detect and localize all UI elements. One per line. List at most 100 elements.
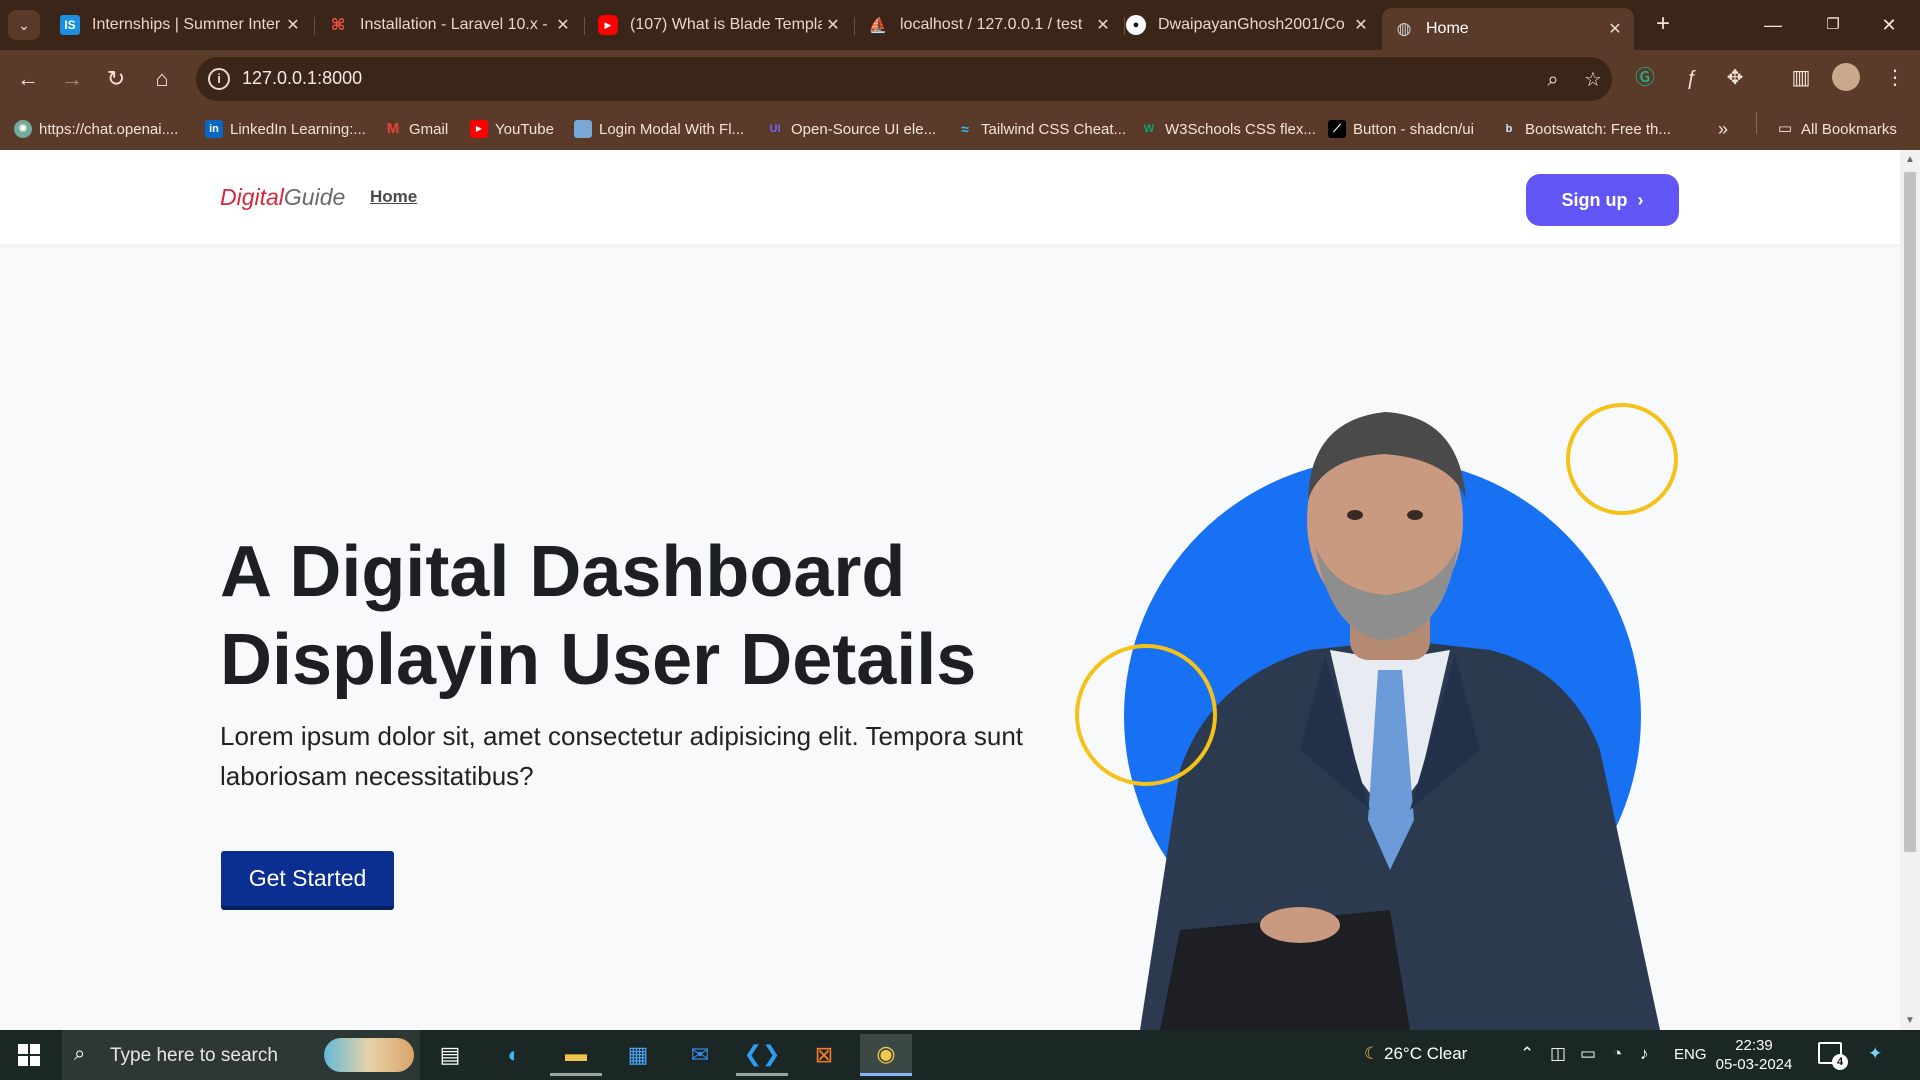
close-icon[interactable]: ✕ [282, 15, 304, 35]
show-hidden-icons[interactable]: ⌃ [1520, 1044, 1534, 1064]
bookmark-item[interactable]: Login Modal With Fl... [574, 118, 744, 140]
chrome-icon[interactable]: ◉ [860, 1034, 912, 1076]
browser-toolbar: ← → ↻ ⌂ i 127.0.0.1:8000 ⌕ ☆ Ⓖ ƒ ✥ ▥ ⋮ [0, 50, 1920, 108]
bookmark-item[interactable]: M Gmail [384, 118, 448, 140]
bookmark-item[interactable]: W W3Schools CSS flex... [1140, 118, 1316, 140]
bookmark-label: Open-Source UI ele... [791, 120, 937, 138]
scroll-up-icon[interactable]: ▲ [1905, 154, 1915, 165]
menu-icon[interactable]: ⋮ [1880, 63, 1910, 93]
close-icon[interactable]: ✕ [1604, 19, 1626, 39]
close-icon[interactable]: ✕ [822, 15, 844, 35]
tab-title: (107) What is Blade Templa [630, 16, 822, 33]
signup-button[interactable]: Sign up › [1526, 174, 1679, 226]
search-placeholder: Type here to search [110, 1045, 278, 1066]
site-info-icon[interactable]: i [208, 68, 230, 90]
language-indicator[interactable]: ENG [1674, 1046, 1707, 1063]
bookmark-item[interactable]: ✺ https://chat.openai.... [14, 118, 178, 140]
bookmark-item[interactable]: b Bootswatch: Free th... [1500, 118, 1671, 140]
page-scrollbar[interactable]: ▲ ▼ [1900, 150, 1920, 1030]
tab-search-button[interactable]: ⌄ [8, 10, 40, 40]
bookmark-item[interactable]: ⟋ Button - shadcn/ui [1328, 118, 1474, 140]
youtube-icon: ▶ [598, 15, 618, 35]
side-panel-icon[interactable]: ▥ [1786, 63, 1816, 93]
file-explorer-icon[interactable]: ▬ [550, 1034, 602, 1076]
forward-button[interactable]: → [56, 63, 88, 95]
formula-extension-icon[interactable]: ƒ [1676, 63, 1706, 93]
tab-separator [584, 17, 585, 35]
scroll-down-icon[interactable]: ▼ [1905, 1015, 1915, 1026]
system-clock[interactable]: 22:39 05-03-2024 [1712, 1036, 1796, 1074]
taskbar-search-box[interactable]: ⌕ Type here to search [62, 1030, 420, 1080]
gmail-icon: M [386, 120, 400, 137]
bookmark-label: Login Modal With Fl... [599, 120, 745, 138]
clock-time: 22:39 [1735, 1037, 1773, 1054]
all-bookmarks-button[interactable]: ▭ All Bookmarks [1776, 118, 1897, 140]
battery-icon[interactable]: ▭ [1580, 1044, 1596, 1064]
weather-text: 26°C Clear [1383, 1044, 1468, 1063]
volume-icon[interactable]: ♪ [1640, 1044, 1649, 1064]
reload-button[interactable]: ↻ [100, 63, 132, 95]
tab-home[interactable]: ◍ Home ✕ [1382, 8, 1634, 50]
weather-widget[interactable]: ☾ 26°C Clear [1364, 1044, 1467, 1064]
mail-icon[interactable]: ✉ [674, 1034, 726, 1076]
moon-icon: ☾ [1364, 1044, 1380, 1063]
search-highlight-image [324, 1038, 414, 1072]
tab-laravel[interactable]: ⌘ Installation - Laravel 10.x - ✕ [316, 8, 582, 42]
bookmark-item[interactable]: ≈ Tailwind CSS Cheat... [956, 118, 1126, 140]
tab-internships[interactable]: IS Internships | Summer Inter ✕ [48, 8, 312, 42]
close-icon[interactable]: ✕ [1350, 15, 1372, 35]
bookmark-item[interactable]: ▶ YouTube [470, 118, 554, 140]
tab-github[interactable]: ● DwaipayanGhosh2001/Co ✕ [1114, 8, 1380, 42]
tab-youtube[interactable]: ▶ (107) What is Blade Templa ✕ [586, 8, 852, 42]
windows-start-icon[interactable] [18, 1044, 40, 1066]
profile-avatar[interactable] [1832, 63, 1860, 91]
close-window-button[interactable]: ✕ [1866, 8, 1912, 42]
zoom-icon[interactable]: ⌕ [1540, 67, 1566, 93]
xampp-icon[interactable]: ⊠ [798, 1034, 850, 1076]
wifi-icon[interactable]: ◔ [1612, 1044, 1622, 1064]
address-bar[interactable]: i 127.0.0.1:8000 ⌕ ☆ [196, 57, 1612, 101]
clock-date: 05-03-2024 [1715, 1056, 1793, 1073]
home-button[interactable]: ⌂ [146, 63, 178, 95]
bootswatch-icon: b [1505, 123, 1513, 135]
extensions-icon[interactable]: ✥ [1720, 63, 1750, 93]
shadcn-icon: ⟋ [1328, 120, 1346, 138]
site-logo[interactable]: DigitalGuide [220, 184, 345, 211]
nav-home-link[interactable]: Home [370, 187, 417, 207]
microsoft-store-icon[interactable]: ▦ [612, 1034, 664, 1076]
tailwind-icon: ≈ [961, 121, 969, 137]
bookmark-item[interactable]: UI Open-Source UI ele... [766, 118, 937, 140]
laravel-icon: ⌘ [330, 17, 346, 34]
bookmark-star-icon[interactable]: ☆ [1580, 67, 1606, 93]
more-bookmarks-icon[interactable]: » [1718, 118, 1728, 140]
edge-icon[interactable]: ◐ [488, 1034, 540, 1076]
web-page: DigitalGuide Home Sign up › A Digital Da… [0, 150, 1900, 1030]
decorative-ring-left [1075, 644, 1217, 786]
minimize-button[interactable]: — [1750, 8, 1796, 42]
bookmark-label: https://chat.openai.... [39, 120, 179, 138]
github-icon: ● [1126, 15, 1146, 35]
copilot-icon[interactable]: ✦ [1868, 1044, 1882, 1064]
new-tab-button[interactable]: + [1648, 10, 1678, 40]
tab-title: Home [1426, 20, 1469, 37]
bookmark-separator [1756, 112, 1757, 134]
bookmark-item[interactable]: in LinkedIn Learning:... [205, 118, 366, 140]
restore-button[interactable]: ❐ [1810, 8, 1856, 42]
get-started-button[interactable]: Get Started [221, 851, 394, 910]
meet-now-icon[interactable]: ◫ [1550, 1044, 1566, 1064]
vscode-icon[interactable]: ❮❯ [736, 1034, 788, 1076]
url-text[interactable]: 127.0.0.1:8000 [242, 68, 362, 89]
phpmyadmin-icon: ⛵ [868, 17, 888, 34]
search-icon: ⌕ [74, 1043, 86, 1065]
back-button[interactable]: ← [12, 63, 44, 95]
close-icon[interactable]: ✕ [1092, 15, 1114, 35]
bookmark-label: W3Schools CSS flex... [1165, 120, 1316, 138]
tab-phpmyadmin[interactable]: ⛵ localhost / 127.0.0.1 / test ✕ [856, 8, 1122, 42]
bookmark-label: Tailwind CSS Cheat... [981, 120, 1127, 138]
scrollbar-thumb[interactable] [1904, 172, 1916, 852]
close-icon[interactable]: ✕ [552, 15, 574, 35]
grammarly-icon[interactable]: Ⓖ [1630, 63, 1660, 93]
tab-title: Installation - Laravel 10.x - [360, 16, 548, 33]
task-view-icon[interactable]: ▤ [424, 1034, 476, 1076]
globe-icon: ◍ [1396, 19, 1412, 38]
